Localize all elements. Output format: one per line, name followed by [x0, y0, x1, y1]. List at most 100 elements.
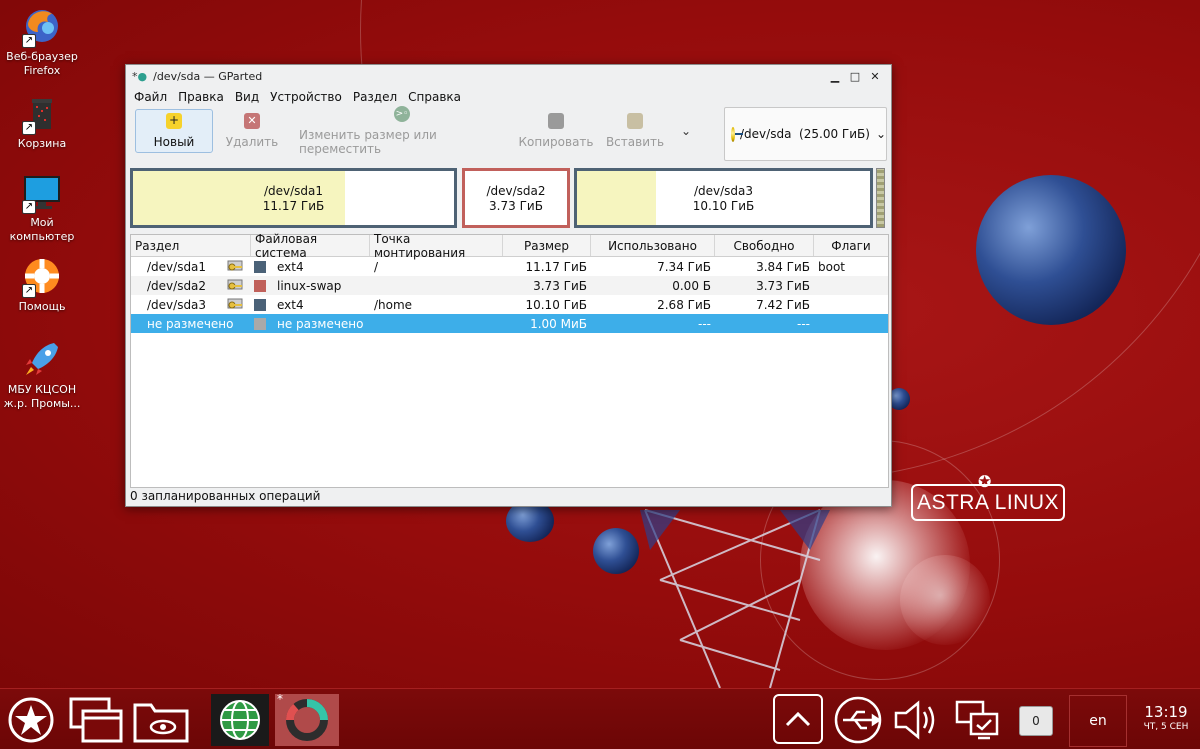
filesystem-name: ext4 — [277, 259, 304, 274]
partition-name: /dev/sda1 — [147, 259, 207, 274]
graph-unallocated-strip[interactable] — [876, 168, 885, 228]
show-windows-button[interactable] — [68, 694, 124, 746]
menu-file[interactable]: Файл — [134, 90, 167, 104]
usb-button[interactable] — [832, 694, 884, 746]
gparted-icon — [285, 699, 328, 741]
cell-used: 0.00 Б — [672, 278, 711, 293]
cell-size: 1.00 МиБ — [530, 316, 587, 331]
modified-asterisk: * — [277, 692, 283, 706]
computer-icon: ↗ — [22, 172, 62, 214]
desktop-icon-computer[interactable]: ↗ Мой компьютер — [0, 172, 84, 244]
desktop-icon-label: Корзина — [17, 137, 67, 150]
column-flags[interactable]: Флаги — [814, 235, 888, 256]
chevron-down-icon: ⌄ — [875, 127, 886, 141]
clock-date: ЧТ, 5 СЕН — [1143, 722, 1189, 732]
desktop-icon-label: Мой компьютер — [9, 216, 75, 243]
new-button[interactable]: + Новый — [135, 109, 213, 153]
toolbar-overflow-button[interactable]: ⌄ — [671, 109, 701, 153]
graph-partition-label: /dev/sda3 10.10 ГиБ — [577, 184, 870, 214]
cell-size: 3.73 ГиБ — [533, 278, 587, 293]
graph-partition-size: 3.73 ГиБ — [489, 199, 543, 213]
resize-icon: >◦ — [394, 106, 410, 122]
cell-partition: /dev/sda1 — [131, 260, 251, 274]
folder-eye-icon — [133, 703, 189, 743]
help-icon: ↗ — [22, 256, 62, 298]
maximize-icon[interactable]: □ — [845, 70, 865, 83]
cell-size: 11.17 ГиБ — [525, 259, 587, 274]
filesystem-color-swatch — [254, 260, 266, 273]
column-mountpoint[interactable]: Точка монтирования — [370, 232, 503, 260]
taskbar-app-gparted[interactable]: * — [275, 692, 339, 746]
desktop-icon-trash[interactable]: ↗ Корзина — [0, 93, 84, 151]
tray-expand-button[interactable] — [773, 694, 823, 744]
menu-device[interactable]: Устройство — [270, 90, 342, 104]
column-free[interactable]: Свободно — [715, 235, 814, 256]
resize-move-button[interactable]: >◦ Изменить размер или переместить — [291, 106, 513, 156]
notification-counter[interactable]: 0 — [1019, 706, 1053, 736]
graph-partition-label: /dev/sda2 3.73 ГиБ — [465, 184, 567, 214]
taskbar-app-browser[interactable] — [211, 694, 269, 746]
partition-name: /dev/sda2 — [147, 278, 207, 293]
graph-partition-sda1[interactable]: /dev/sda1 11.17 ГиБ — [130, 168, 457, 228]
paste-button[interactable]: Вставить — [599, 109, 671, 153]
menu-view[interactable]: Вид — [235, 90, 259, 104]
desktop-icon-help[interactable]: ↗ Помощь — [0, 256, 84, 314]
shortcut-arrow-icon: ↗ — [22, 284, 36, 298]
cell-partition: не размечено — [131, 317, 251, 331]
copy-button[interactable]: Копировать — [513, 109, 599, 153]
chevron-up-icon — [785, 711, 811, 727]
desktop-icon-firefox[interactable]: ↗ Веб-браузер Firefox — [0, 6, 84, 78]
menu-edit[interactable]: Правка — [178, 90, 224, 104]
cell-partition: /dev/sda2 — [131, 279, 251, 293]
shortcut-arrow-icon: ↗ — [22, 34, 36, 48]
windows-icon — [69, 697, 123, 743]
cell-flags: boot — [818, 259, 846, 274]
cell-used: --- — [698, 316, 711, 331]
start-menu-button[interactable] — [4, 694, 58, 746]
table-row[interactable]: /dev/sda3 ext4/home 10.10 ГиБ 2.68 ГиБ 7.42 … — [131, 295, 888, 314]
delete-icon: ✕ — [244, 113, 260, 129]
resize-button-label: Изменить размер или переместить — [299, 128, 437, 156]
close-icon[interactable]: ✕ — [865, 70, 885, 83]
partition-name: /dev/sda3 — [147, 297, 207, 312]
graph-partition-sda2[interactable]: /dev/sda2 3.73 ГиБ — [462, 168, 570, 228]
table-row[interactable]: /dev/sda2 linux-swap 3.73 ГиБ 0.00 Б 3.73 Ги… — [131, 276, 888, 295]
graph-partition-name: /dev/sda2 — [486, 184, 546, 198]
cell-size: 10.10 ГиБ — [525, 297, 587, 312]
graph-partition-sda3[interactable]: /dev/sda3 10.10 ГиБ — [574, 168, 873, 228]
menubar: Файл Правка Вид Устройство Раздел Справк… — [126, 87, 891, 107]
globe-icon — [220, 700, 260, 740]
window-titlebar[interactable]: *● /dev/sda — GParted ▁ □ ✕ — [126, 65, 891, 87]
column-filesystem[interactable]: Файловая система — [251, 232, 370, 260]
menu-help[interactable]: Справка — [408, 90, 461, 104]
gparted-app-icon: *● — [132, 69, 148, 83]
column-used[interactable]: Использовано — [591, 235, 715, 256]
graph-partition-name: /dev/sda3 — [693, 184, 754, 198]
gparted-window: *● /dev/sda — GParted ▁ □ ✕ Файл Правка … — [125, 64, 892, 507]
cell-free: 3.73 ГиБ — [756, 278, 810, 293]
mounted-key-icon — [227, 298, 243, 312]
volume-button[interactable] — [891, 694, 943, 746]
cell-filesystem: ext4 — [251, 260, 370, 274]
keyboard-layout-indicator[interactable]: en — [1069, 695, 1127, 747]
menu-partition[interactable]: Раздел — [353, 90, 397, 104]
desktop-icon-label: Веб-браузер Firefox — [6, 50, 78, 77]
desktop-icon-label: МБУ КЦСОН ж.р. Промы... — [3, 383, 81, 410]
filesystem-name: linux-swap — [277, 278, 342, 293]
table-row[interactable]: /dev/sda1 ext4 / 11.17 ГиБ 7.34 ГиБ 3.84 ГиБ b… — [131, 257, 888, 276]
column-size[interactable]: Размер — [503, 235, 591, 256]
desktop-icon-rocket[interactable]: МБУ КЦСОН ж.р. Промы... — [0, 339, 84, 411]
column-partition[interactable]: Раздел — [131, 235, 251, 256]
device-select[interactable]: /dev/sda (25.00 ГиБ) ⌄ — [724, 107, 887, 161]
table-row[interactable]: не размечено не размечено 1.00 МиБ --- --- — [131, 314, 888, 333]
filesystem-color-swatch — [254, 317, 266, 330]
network-button[interactable] — [952, 694, 1004, 746]
delete-button[interactable]: ✕ Удалить — [213, 109, 291, 153]
file-manager-button[interactable] — [132, 694, 190, 746]
mounted-key-icon — [227, 260, 243, 274]
minimize-icon[interactable]: ▁ — [825, 70, 845, 83]
copy-icon — [548, 113, 564, 129]
clock[interactable]: 13:19 ЧТ, 5 СЕН — [1135, 703, 1197, 733]
paste-icon — [627, 113, 643, 129]
filesystem-color-swatch — [254, 298, 266, 311]
